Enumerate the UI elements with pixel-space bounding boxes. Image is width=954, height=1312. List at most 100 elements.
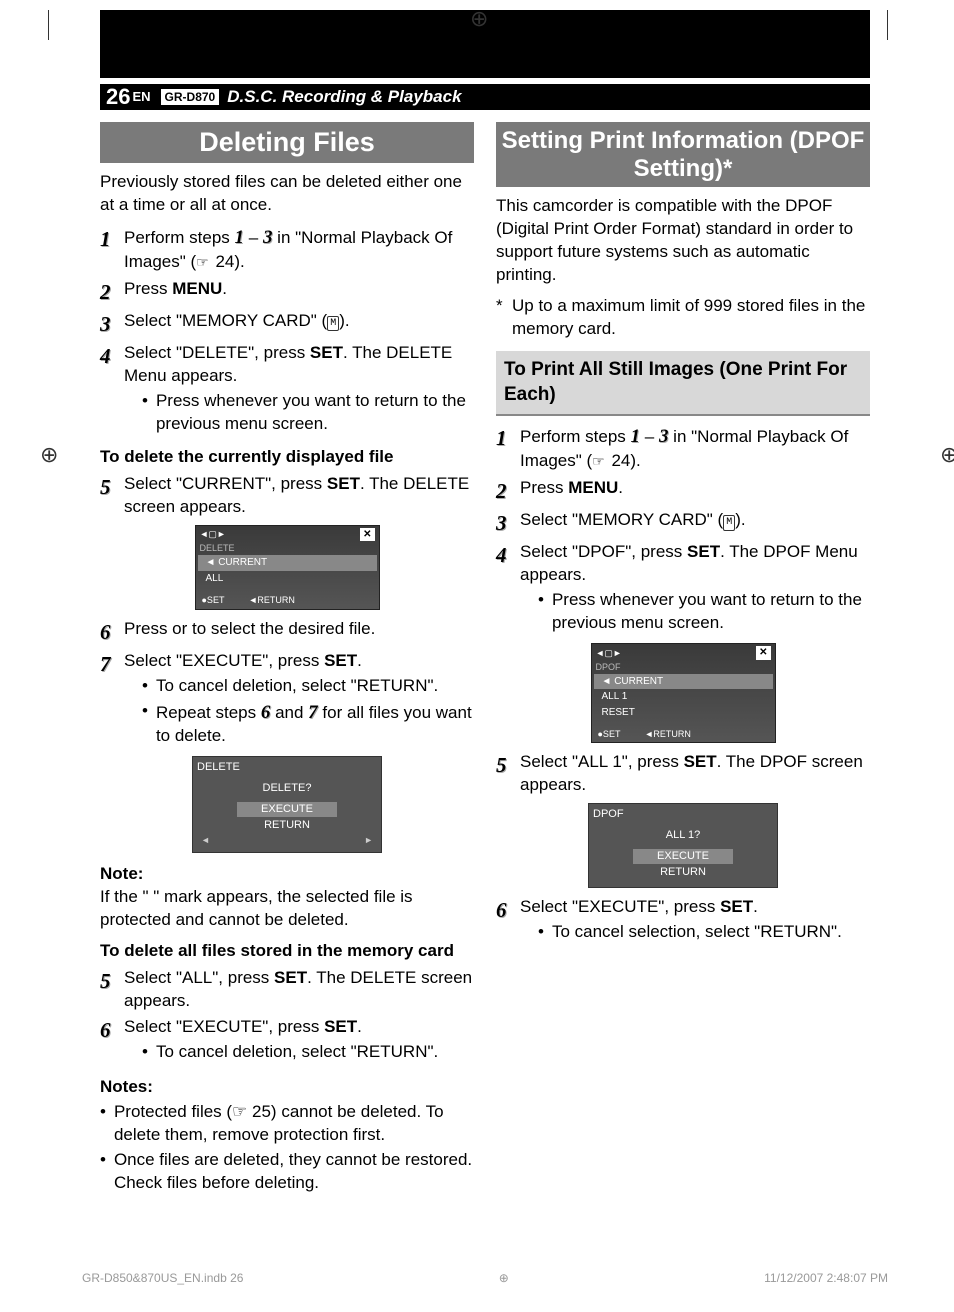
bullet: To cancel deletion, select "RETURN". <box>142 1041 474 1064</box>
notes-bullet-1: Protected files (☞ 25) cannot be deleted… <box>100 1101 474 1147</box>
title-deleting-files: Deleting Files <box>100 122 474 163</box>
note-heading: Note: <box>100 863 474 886</box>
step-number-icon: 5 <box>100 473 124 501</box>
step-number-icon: 6 <box>100 618 124 646</box>
nav-left-icon: ◄ <box>201 834 210 846</box>
left-column: Deleting Files Previously stored files c… <box>100 122 474 1197</box>
screen-option-return: RETURN <box>197 818 377 833</box>
page-number: 26 <box>106 82 130 112</box>
dpof-confirm-screenshot: DPOF ALL 1? EXECUTE RETURN <box>588 803 778 887</box>
title-dpof: Setting Print Information (DPOF Setting)… <box>496 122 870 187</box>
screen-title: DPOF <box>596 661 771 673</box>
step-5-dpof: 5 Select "ALL 1", press SET. The DPOF sc… <box>496 751 870 797</box>
memory-card-icon: M <box>327 316 339 332</box>
step-number-icon: 7 <box>100 650 124 678</box>
inline-num-1: 1 <box>235 227 245 248</box>
screen-set-label: ●SET <box>598 728 621 740</box>
step-number-icon: 2 <box>496 477 520 505</box>
trim-mark-right <box>887 10 888 40</box>
notes-bullet-2: Once files are deleted, they cannot be r… <box>100 1149 474 1195</box>
step-number-icon: 6 <box>496 896 520 924</box>
footer-timestamp: 11/12/2007 2:48:07 PM <box>764 1270 888 1286</box>
screen-return-label: ◄RETURN <box>248 594 294 606</box>
delete-menu-screenshot: ◄▢►✕ DELETE ◄ CURRENT ALL ●SET◄RETURN <box>195 525 380 610</box>
step-6: 6 Press or to select the desired file. <box>100 618 474 646</box>
note-text: If the " " mark appears, the selected fi… <box>100 886 474 932</box>
asterisk: * <box>496 295 512 341</box>
registration-mark-bottom: ⊕ <box>499 1270 509 1286</box>
step-4-dpof: 4 Select "DPOF", press SET. The DPOF Men… <box>496 541 870 637</box>
inline-num-1: 1 <box>631 426 641 447</box>
step-5-all: 5 Select "ALL", press SET. The DELETE sc… <box>100 967 474 1013</box>
lang-label: EN <box>132 88 150 106</box>
step-3-dpof: 3 Select "MEMORY CARD" (M). <box>496 509 870 537</box>
step-1: 1 Perform steps 1 – 3 in "Normal Playbac… <box>100 225 474 274</box>
screen-row-current: ◄ CURRENT <box>198 555 377 571</box>
step-number-icon: 1 <box>100 225 124 253</box>
sub-print-all: To Print All Still Images (One Print For… <box>496 351 870 416</box>
step-number-icon: 1 <box>496 424 520 452</box>
registration-mark-top: ⊕ <box>470 4 488 34</box>
footnote: * Up to a maximum limit of 999 stored fi… <box>496 295 870 341</box>
screen-tabs-icon: ◄▢► <box>596 647 622 659</box>
step-number-icon: 3 <box>100 310 124 338</box>
memory-card-icon: M <box>723 515 735 531</box>
trim-mark-left <box>48 10 49 40</box>
model-badge: GR-D870 <box>161 89 220 105</box>
page-ref-icon <box>196 252 211 271</box>
step-number-icon: 5 <box>100 967 124 995</box>
bullet: Press whenever you want to return to the… <box>142 390 474 436</box>
inline-num-7: 7 <box>308 702 318 723</box>
right-column: Setting Print Information (DPOF Setting)… <box>496 122 870 1197</box>
screen-return-label: ◄RETURN <box>644 728 690 740</box>
step-7: 7 Select "EXECUTE", press SET. To cancel… <box>100 650 474 750</box>
close-icon: ✕ <box>756 646 770 660</box>
page-content: ⊕ ⊕ ⊕ 26 EN GR-D870 D.S.C. Recording & P… <box>100 10 870 1197</box>
step-number-icon: 6 <box>100 1016 124 1044</box>
sub-delete-current: To delete the currently displayed file <box>100 446 474 469</box>
section-title: D.S.C. Recording & Playback <box>227 86 461 109</box>
deleting-intro: Previously stored files can be deleted e… <box>100 171 474 217</box>
screen-tabs-icon: ◄▢► <box>200 528 226 540</box>
step-4: 4 Select "DELETE", press SET. The DELETE… <box>100 342 474 438</box>
dpof-intro: This camcorder is compatible with the DP… <box>496 195 870 287</box>
screen-option-execute: EXECUTE <box>633 849 733 864</box>
step-number-icon: 3 <box>496 509 520 537</box>
step-6-all: 6 Select "EXECUTE", press SET. To cancel… <box>100 1016 474 1066</box>
screen-row-all1: ALL 1 <box>594 689 773 705</box>
screen-question: DELETE? <box>197 781 377 796</box>
registration-mark-right: ⊕ <box>940 440 954 470</box>
step-5: 5 Select "CURRENT", press SET. The DELET… <box>100 473 474 519</box>
bullet: To cancel deletion, select "RETURN". <box>142 675 474 698</box>
screen-set-label: ●SET <box>202 594 225 606</box>
screen-question: ALL 1? <box>593 828 773 843</box>
page-header: 26 EN GR-D870 D.S.C. Recording & Playbac… <box>100 84 870 110</box>
step-2: 2 Press MENU. <box>100 278 474 306</box>
dpof-menu-screenshot: ◄▢► ✕ DPOF ◄ CURRENT ALL 1 RESET ●SET ◄RET… <box>591 643 776 743</box>
step-1-dpof: 1 Perform steps 1 – 3 in "Normal Playbac… <box>496 424 870 473</box>
screen-option-return: RETURN <box>593 865 773 880</box>
bullet: Repeat steps 6 and 7 for all files you w… <box>142 700 474 749</box>
page-footer: GR-D850&870US_EN.indb 26 ⊕ 11/12/2007 2:… <box>82 1270 888 1286</box>
step-6-dpof: 6 Select "EXECUTE", press SET. To cancel… <box>496 896 870 946</box>
nav-right-icon: ► <box>364 834 373 846</box>
step-2-dpof: 2 Press MENU. <box>496 477 870 505</box>
step-3: 3 Select "MEMORY CARD" (M). <box>100 310 474 338</box>
footer-filename: GR-D850&870US_EN.indb 26 <box>82 1270 243 1286</box>
page-ref-icon <box>592 451 607 470</box>
screen-title: DELETE <box>200 542 375 554</box>
step-number-icon: 5 <box>496 751 520 779</box>
close-icon: ✕ <box>360 528 374 542</box>
screen-row-current: ◄ CURRENT <box>594 674 773 690</box>
screen-option-execute: EXECUTE <box>237 802 337 817</box>
bullet: Press whenever you want to return to the… <box>538 589 870 635</box>
step-number-icon: 4 <box>100 342 124 370</box>
notes-heading: Notes: <box>100 1076 474 1099</box>
delete-confirm-screenshot: DELETE DELETE? EXECUTE RETURN ◄ ► <box>192 756 382 853</box>
bullet: To cancel selection, select "RETURN". <box>538 921 870 944</box>
inline-num-6: 6 <box>261 702 271 723</box>
sub-delete-all: To delete all files stored in the memory… <box>100 940 474 963</box>
screen-row-reset: RESET <box>594 705 773 721</box>
screen-title: DELETE <box>197 760 377 775</box>
step-number-icon: 4 <box>496 541 520 569</box>
